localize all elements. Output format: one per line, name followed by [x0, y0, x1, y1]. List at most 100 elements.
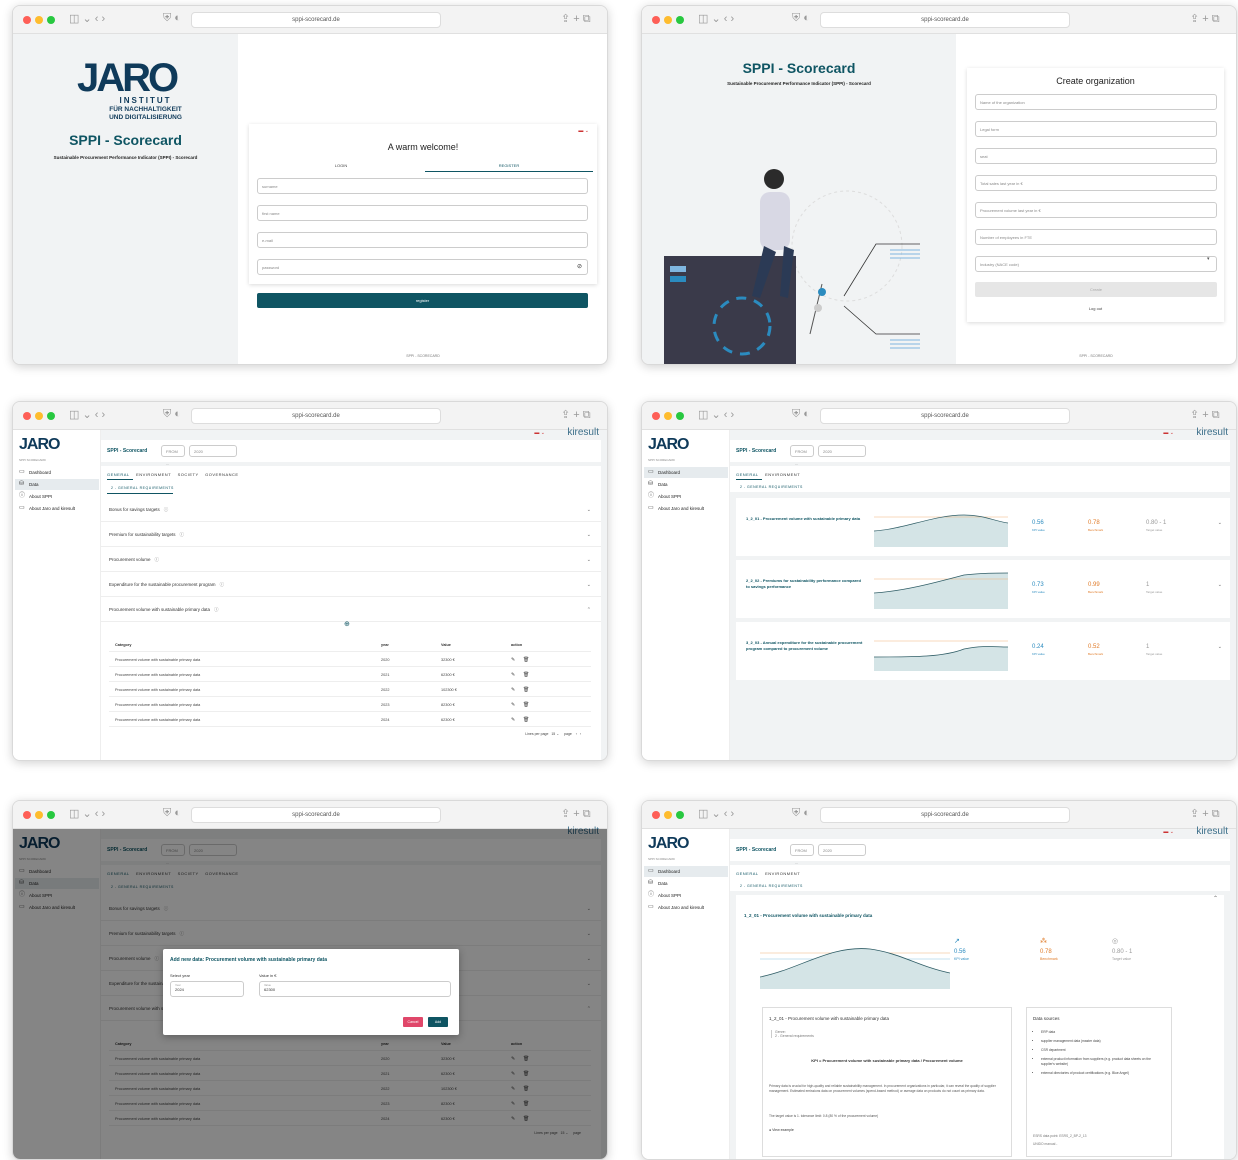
- edit-icon[interactable]: ✎: [511, 683, 515, 697]
- address-bar[interactable]: sppi-scorecard.de: [191, 408, 441, 424]
- year-select[interactable]: Year 2024: [170, 981, 244, 997]
- flag-icon[interactable]: ▬ ⌄: [1163, 430, 1174, 436]
- info-icon[interactable]: ⓘ: [164, 507, 169, 512]
- chevron-down-icon[interactable]: ⌄: [587, 573, 591, 597]
- accordion-item[interactable]: Bonus for savings targets ⓘ ⌄: [101, 498, 601, 522]
- chevron-up-icon[interactable]: ⌃: [1213, 895, 1218, 902]
- zoom-dot[interactable]: [47, 811, 55, 819]
- nav-dashboard[interactable]: ▭ Dashboard: [15, 467, 99, 478]
- kpi-card[interactable]: 1_2_01 - Procurement volume with sustain…: [736, 498, 1230, 556]
- edit-icon[interactable]: ✎: [511, 698, 515, 712]
- minimize-dot[interactable]: [35, 412, 43, 420]
- zoom-dot[interactable]: [676, 811, 684, 819]
- chevron-down-icon[interactable]: ⌄: [1218, 520, 1222, 526]
- nav-about-sppi[interactable]: ⓘ About SPPI: [644, 491, 728, 502]
- tab-governance[interactable]: GOVERNANCE: [205, 472, 238, 477]
- org-field[interactable]: seat: [975, 148, 1217, 164]
- prev-page-icon[interactable]: ‹: [576, 732, 577, 736]
- sidebar-toggle-icon[interactable]: ◫ ⌄ ‹ ›: [69, 408, 105, 421]
- nav-about-sppi[interactable]: ⓘ About SPPI: [644, 890, 728, 901]
- from-input[interactable]: FROM ...: [161, 445, 185, 466]
- sidebar-toggle-icon[interactable]: ◫ ⌄ ‹ ›: [698, 12, 734, 25]
- add-button[interactable]: Add: [428, 1017, 448, 1027]
- chevron-down-icon[interactable]: ⌄: [1218, 644, 1222, 650]
- shield-icon[interactable]: ⛨ ◐: [792, 408, 810, 421]
- close-dot[interactable]: [23, 412, 31, 420]
- org-field[interactable]: Name of the organization: [975, 94, 1217, 110]
- nav-dashboard[interactable]: ▭ Dashboard: [644, 866, 728, 877]
- minimize-dot[interactable]: [35, 16, 43, 24]
- dropdown-arrow-icon[interactable]: ▾: [1207, 256, 1210, 262]
- sidebar-toggle-icon[interactable]: ◫ ⌄ ‹ ›: [69, 12, 105, 25]
- shield-icon[interactable]: ⛨ ◐: [792, 12, 810, 25]
- tab-general[interactable]: GENERAL: [736, 871, 759, 876]
- per-page-select[interactable]: 15: [551, 732, 555, 736]
- address-bar[interactable]: sppi-scorecard.de: [820, 807, 1070, 823]
- kpi-card[interactable]: 2_2_02 - Premiums for sustainability per…: [736, 560, 1230, 618]
- nav-data[interactable]: ⛁ Data: [644, 479, 728, 490]
- address-bar[interactable]: sppi-scorecard.de: [820, 408, 1070, 424]
- close-dot[interactable]: [652, 16, 660, 24]
- shield-icon[interactable]: ⛨ ◐: [163, 12, 181, 25]
- sidebar-toggle-icon[interactable]: ◫ ⌄ ‹ ›: [69, 807, 105, 820]
- nav-about-sppi[interactable]: ⓘ About SPPI: [15, 491, 99, 502]
- delete-icon[interactable]: 🗑: [523, 683, 529, 697]
- edit-icon[interactable]: ✎: [511, 668, 515, 682]
- tab-environment[interactable]: ENVIRONMENT: [765, 871, 800, 876]
- shield-icon[interactable]: ⛨ ◐: [163, 408, 181, 421]
- tab-environment[interactable]: ENVIRONMENT: [136, 472, 171, 477]
- subtab[interactable]: 2 - GENERAL REQUIREMENTS: [740, 884, 803, 888]
- org-field[interactable]: Number of employees in FTE: [975, 229, 1217, 245]
- zoom-dot[interactable]: [676, 412, 684, 420]
- zoom-dot[interactable]: [676, 16, 684, 24]
- org-field[interactable]: Procurement volume last year in €: [975, 202, 1217, 218]
- chevron-up-icon[interactable]: ⌃: [587, 598, 591, 622]
- address-bar[interactable]: sppi-scorecard.de: [191, 807, 441, 823]
- tab-environment[interactable]: ENVIRONMENT: [765, 472, 800, 477]
- add-circle-icon[interactable]: ⊕: [344, 620, 350, 628]
- view-example-link[interactable]: ● View example: [769, 1128, 794, 1132]
- tab-register[interactable]: REGISTER: [425, 163, 593, 168]
- delete-icon[interactable]: 🗑: [523, 698, 529, 712]
- chevron-down-icon[interactable]: ⌄: [587, 498, 591, 522]
- accordion-item[interactable]: Procurement volume ⓘ ⌄: [101, 548, 601, 572]
- minimize-dot[interactable]: [35, 811, 43, 819]
- email-input[interactable]: e-mail: [257, 232, 588, 248]
- close-dot[interactable]: [652, 811, 660, 819]
- address-bar[interactable]: sppi-scorecard.de: [820, 12, 1070, 28]
- logout-link[interactable]: Log out: [967, 306, 1224, 311]
- flag-icon[interactable]: ▬ ⌄: [1163, 829, 1174, 835]
- tab-login[interactable]: LOGIN: [257, 163, 425, 168]
- address-bar[interactable]: sppi-scorecard.de: [191, 12, 441, 28]
- sidebar-toggle-icon[interactable]: ◫ ⌄ ‹ ›: [698, 408, 734, 421]
- minimize-dot[interactable]: [664, 811, 672, 819]
- close-dot[interactable]: [23, 16, 31, 24]
- tab-society[interactable]: SOCIETY: [178, 472, 199, 477]
- password-input[interactable]: password: [257, 259, 588, 275]
- tab-general[interactable]: GENERAL: [736, 472, 759, 477]
- nav-data[interactable]: ⛁ Data: [15, 479, 99, 490]
- share-icon[interactable]: ⇪ + ⧉: [561, 12, 591, 26]
- subtab[interactable]: 2 - GENERAL REQUIREMENTS: [740, 485, 803, 489]
- subtab[interactable]: 2 - GENERAL REQUIREMENTS: [111, 486, 174, 490]
- accordion-item[interactable]: Expenditure for the sustainable procurem…: [101, 573, 601, 597]
- close-dot[interactable]: [23, 811, 31, 819]
- delete-icon[interactable]: 🗑: [523, 668, 529, 682]
- edit-icon[interactable]: ✎: [511, 713, 515, 727]
- accordion-item[interactable]: Procurement volume with sustainable prim…: [101, 598, 601, 622]
- minimize-dot[interactable]: [664, 412, 672, 420]
- flag-icon[interactable]: ▬ ⌄: [534, 430, 545, 436]
- share-icon[interactable]: ⇪ + ⧉: [561, 807, 591, 821]
- chevron-down-icon[interactable]: ⌄: [587, 523, 591, 547]
- firstname-input[interactable]: first name: [257, 205, 588, 221]
- edit-icon[interactable]: ✎: [511, 653, 515, 667]
- info-icon[interactable]: ⓘ: [155, 557, 160, 562]
- accordion-item[interactable]: Premium for sustainability targets ⓘ ⌄: [101, 523, 601, 547]
- zoom-dot[interactable]: [47, 412, 55, 420]
- org-field[interactable]: Legal form: [975, 121, 1217, 137]
- kpi-card[interactable]: 3_2_03 - Annual expenditure for the sust…: [736, 622, 1230, 680]
- org-field[interactable]: Industry (NACE code): [975, 256, 1217, 272]
- value-input[interactable]: Value 62300: [259, 981, 451, 997]
- share-icon[interactable]: ⇪ + ⧉: [561, 408, 591, 422]
- tab-general[interactable]: GENERAL: [107, 472, 130, 477]
